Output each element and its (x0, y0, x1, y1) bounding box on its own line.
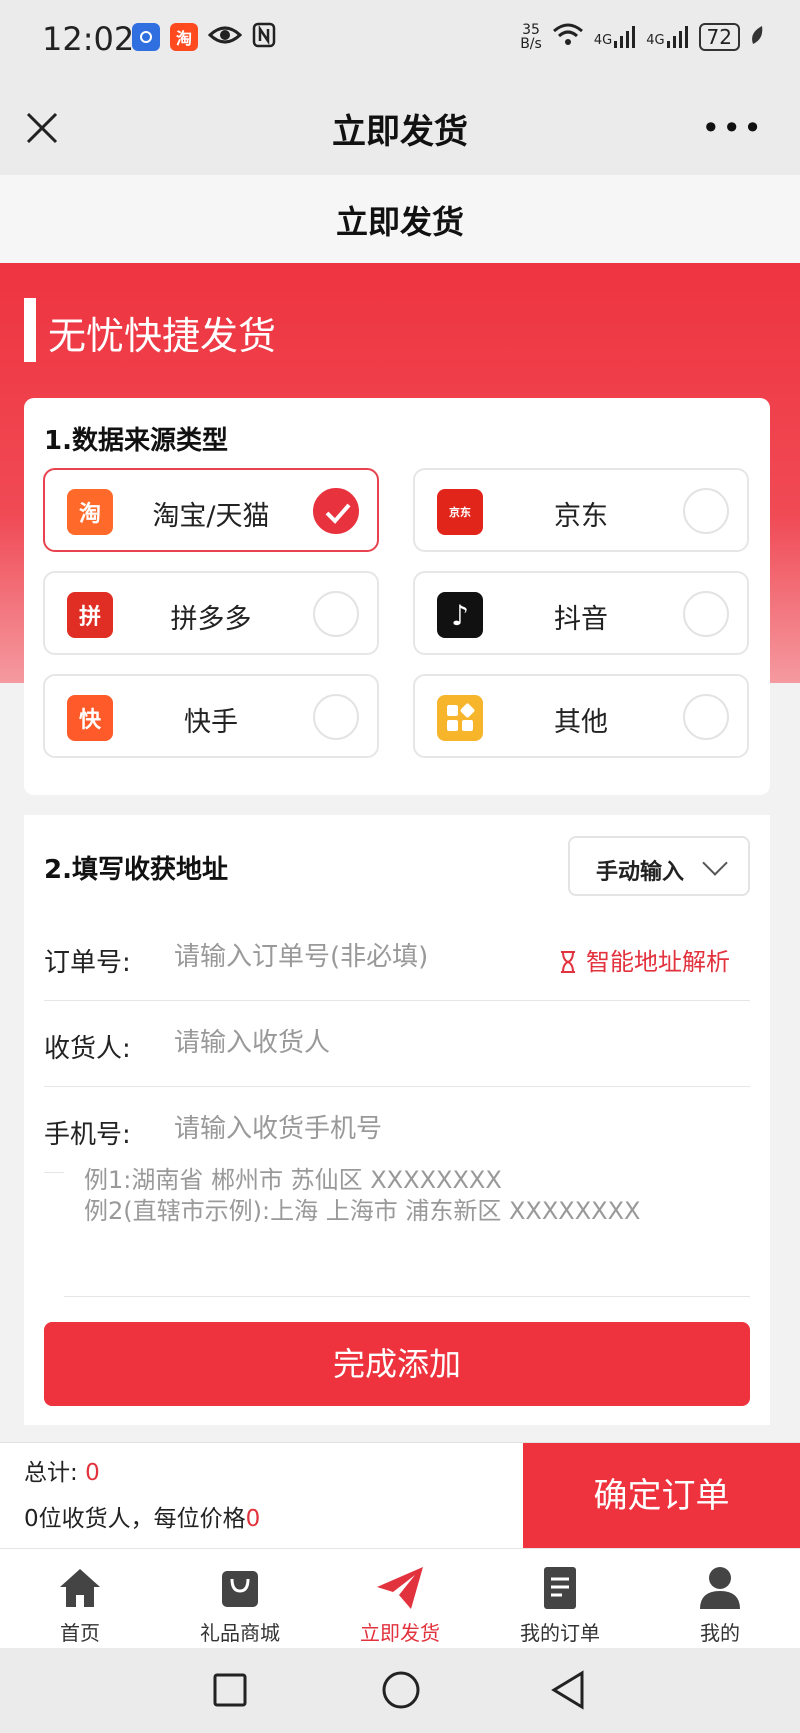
page-header: 立即发货 (0, 175, 800, 263)
input-mode-dropdown[interactable]: 手动输入 (568, 836, 750, 896)
order-number-label: 订单号: (44, 948, 131, 978)
status-left-icons: 淘 (132, 22, 276, 52)
source-option-label: 淘宝/天猫 (152, 501, 270, 532)
eye-icon (207, 23, 243, 51)
tab-label: 我的订单 (520, 1621, 600, 1645)
hero-title: 无忧快捷发货 (48, 314, 277, 358)
status-right-icons: 35 B/s 4G 4G 72 (520, 22, 764, 52)
tab-my-orders[interactable]: 我的订单 (480, 1549, 640, 1648)
tab-mine[interactable]: 我的 (640, 1549, 800, 1648)
smart-parse-label: 智能地址解析 (586, 948, 730, 976)
source-option-taobao[interactable]: 淘 淘宝/天猫 (43, 468, 379, 552)
source-option-label: 拼多多 (170, 604, 252, 635)
source-option-pinduoduo[interactable]: 拼 拼多多 (43, 571, 379, 655)
receiver-input[interactable] (174, 1021, 554, 1065)
tab-ship-now[interactable]: 立即发货 (320, 1549, 480, 1648)
battery-icon: 72 (698, 23, 740, 51)
title-bar: 立即发货 ••• (0, 80, 800, 175)
nfc-icon (252, 22, 276, 52)
apps-icon (437, 695, 483, 741)
source-option-douyin[interactable]: ♪ 抖音 (413, 571, 749, 655)
source-option-other[interactable]: 其他 (413, 674, 749, 758)
back-triangle-icon[interactable] (550, 1670, 586, 1714)
receiver-label: 收货人: (44, 1034, 131, 1064)
address-title: 2.填写收获地址 (44, 855, 228, 885)
order-number-input[interactable] (174, 935, 554, 979)
order-number-row: 订单号: 智能地址解析 (44, 915, 750, 1001)
shopping-bag-icon (222, 1571, 258, 1607)
source-option-jd[interactable]: 京东 京东 (413, 468, 749, 552)
source-type-card: 1.数据来源类型 淘 淘宝/天猫 京东 京东 拼 拼多多 ♪ 抖音 快 快手 其… (24, 398, 770, 795)
hourglass-icon (561, 951, 576, 973)
kuaishou-icon: 快 (67, 695, 113, 741)
source-option-label: 其他 (554, 707, 608, 738)
order-document-icon (544, 1567, 576, 1609)
user-icon (700, 1567, 740, 1609)
leaf-icon (750, 25, 764, 49)
radio-icon[interactable] (313, 694, 359, 740)
source-option-label: 抖音 (554, 604, 608, 635)
signal-icon-2: 4G (646, 26, 688, 48)
status-time: 12:02 (42, 20, 135, 58)
total-row: 总计: 0 (24, 1453, 100, 1487)
chevron-down-icon (702, 850, 728, 876)
radio-icon[interactable] (683, 591, 729, 637)
status-bar: 12:02 淘 35 B/s 4G 4G 72 (0, 0, 800, 80)
address-textarea[interactable] (64, 1155, 750, 1297)
taobao-icon: 淘 (67, 489, 113, 535)
source-type-title: 1.数据来源类型 (44, 426, 228, 456)
confirm-order-button[interactable]: 确定订单 (523, 1443, 800, 1549)
tab-home[interactable]: 首页 (0, 1549, 160, 1648)
total-value: 0 (85, 1460, 100, 1486)
tab-label: 礼品商城 (200, 1621, 280, 1645)
address-card: 2.填写收获地址 手动输入 订单号: 智能地址解析 收货人: 手机号: 完成添加 (24, 815, 770, 1425)
paper-plane-icon (377, 1567, 423, 1609)
more-menu-icon[interactable]: ••• (701, 112, 764, 144)
receiver-row: 收货人: (44, 1001, 750, 1087)
finish-add-button[interactable]: 完成添加 (44, 1322, 750, 1406)
checkmark-icon[interactable] (313, 488, 359, 534)
tab-label: 我的 (700, 1621, 740, 1645)
radio-icon[interactable] (683, 488, 729, 534)
wifi-icon (552, 22, 584, 52)
source-option-label: 京东 (554, 501, 608, 532)
net-speed: 35 B/s (520, 22, 542, 52)
douyin-icon: ♪ (437, 592, 483, 638)
tab-label: 首页 (60, 1621, 100, 1645)
hero-accent-bar (24, 298, 36, 362)
receiver-count-row: 0位收货人，每位价格0 (24, 1499, 260, 1533)
receiver-count-label: 0位收货人，每位价格 (24, 1506, 246, 1532)
smart-parse-button[interactable]: 智能地址解析 (558, 942, 730, 977)
order-summary-bar: 总计: 0 0位收货人，每位价格0 确定订单 (0, 1442, 800, 1549)
radio-icon[interactable] (683, 694, 729, 740)
taobao-icon: 淘 (170, 23, 198, 51)
jd-icon: 京东 (437, 489, 483, 535)
source-option-label: 快手 (184, 707, 238, 738)
blue-app-icon (132, 23, 160, 51)
window-title: 立即发货 (332, 112, 468, 152)
source-option-kuaishou[interactable]: 快 快手 (43, 674, 379, 758)
phone-label: 手机号: (44, 1120, 131, 1150)
tab-gift-mall[interactable]: 礼品商城 (160, 1549, 320, 1648)
home-circle-icon[interactable] (381, 1670, 421, 1714)
input-mode-label: 手动输入 (596, 860, 685, 885)
price-value: 0 (245, 1506, 261, 1532)
recent-apps-icon[interactable] (212, 1672, 248, 1712)
phone-input[interactable] (174, 1107, 554, 1151)
bottom-tab-bar: 首页 礼品商城 立即发货 我的订单 我的 (0, 1548, 800, 1648)
home-icon (60, 1569, 100, 1607)
page-title: 立即发货 (335, 203, 464, 241)
system-navigation-bar (0, 1648, 800, 1733)
signal-icon: 4G (594, 26, 636, 48)
tab-label: 立即发货 (360, 1621, 440, 1645)
total-label: 总计: (24, 1460, 78, 1486)
radio-icon[interactable] (313, 591, 359, 637)
pinduoduo-icon: 拼 (67, 592, 113, 638)
